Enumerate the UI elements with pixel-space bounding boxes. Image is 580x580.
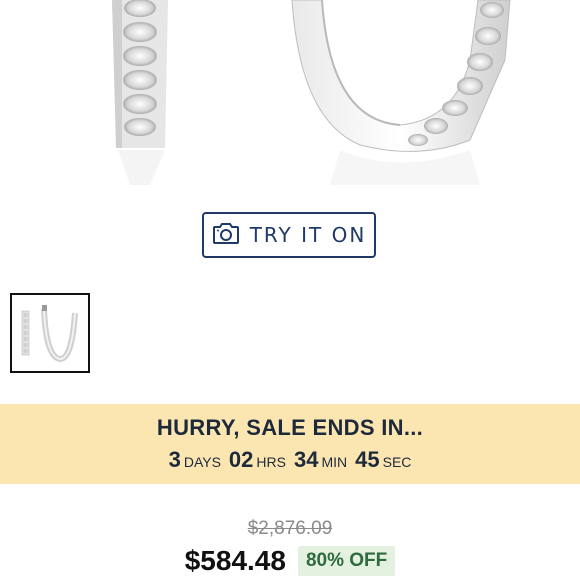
- countdown-hours: 02 HRS: [228, 447, 286, 472]
- countdown-timer: 3 DAYS 02 HRS 34 MIN 45 SEC: [169, 447, 412, 473]
- countdown-days: 3 DAYS: [168, 447, 221, 472]
- camera-icon: [212, 221, 240, 250]
- sale-title: HURRY, SALE ENDS IN...: [156, 415, 424, 440]
- hoop-earring-thumbnail-image: [21, 305, 78, 363]
- discount-badge: 80% OFF: [297, 546, 396, 576]
- original-price: $2,876.09: [247, 518, 333, 539]
- countdown-seconds: 45 SEC: [355, 447, 412, 472]
- hoop-earring-image: [112, 0, 511, 185]
- try-it-on-button[interactable]: TRY IT ON: [202, 212, 376, 258]
- sale-price: $584.48: [184, 545, 286, 576]
- price-row: $584.48 80% OFF: [0, 545, 580, 577]
- product-main-image[interactable]: [0, 0, 580, 190]
- try-it-on-label: TRY IT ON: [249, 223, 367, 247]
- sale-countdown-banner: HURRY, SALE ENDS IN... 3 DAYS 02 HRS 34 …: [0, 404, 580, 484]
- product-thumbnail[interactable]: [10, 293, 90, 373]
- countdown-minutes: 34 MIN: [293, 447, 348, 472]
